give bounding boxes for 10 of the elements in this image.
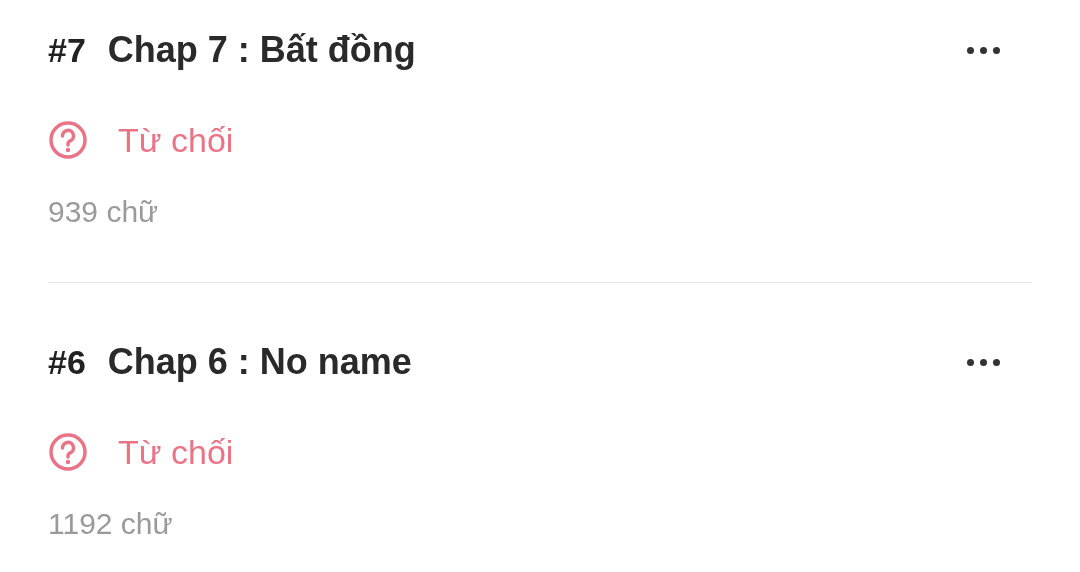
question-circle-icon (48, 432, 88, 472)
status-label: Từ chối (118, 431, 234, 473)
word-count: 1192 chữ (48, 506, 173, 542)
chapter-title[interactable]: Chap 7 : Bất đồng (107, 23, 416, 77)
chapter-title[interactable]: Chap 6 : No name (107, 335, 412, 389)
question-circle-icon (48, 120, 88, 160)
chapter-number: #6 (48, 341, 86, 383)
word-count: 939 chữ (48, 194, 159, 230)
chapter-number: #7 (48, 29, 86, 71)
status-label: Từ chối (118, 119, 234, 161)
